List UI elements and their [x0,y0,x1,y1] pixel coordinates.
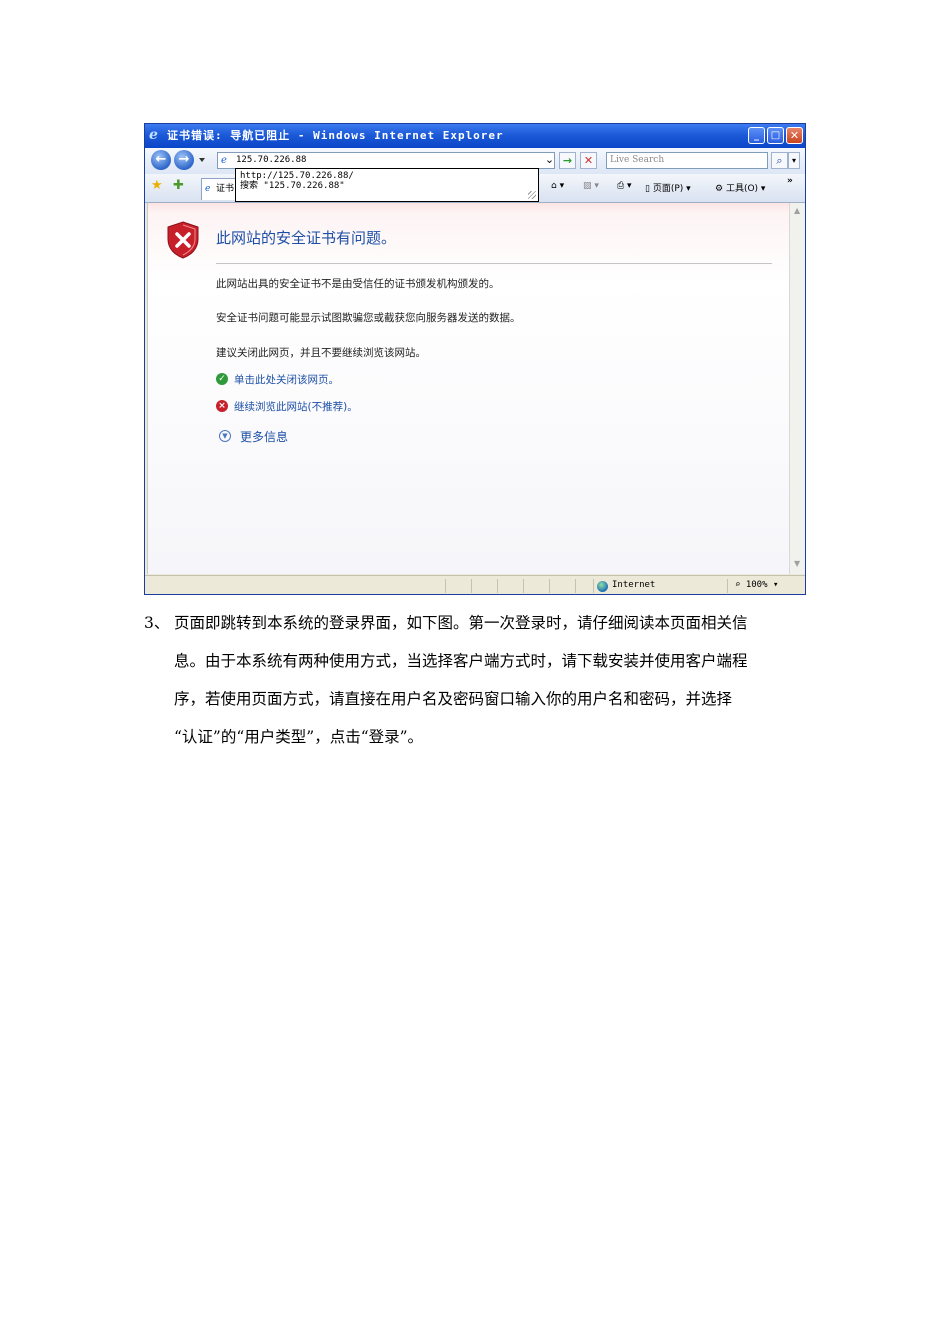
step-number: 3、 [144,614,170,632]
instruction-line-2: 息。由于本系统有两种使用方式，当选择客户端方式时，请下载安装并使用客户端程 [174,652,748,670]
favorites-star-icon[interactable]: ★ [151,178,163,193]
tools-menu[interactable]: ⚙ 工具(O) ▾ [715,181,765,194]
address-text: 125.70.226.88 [236,155,307,165]
zoom-level[interactable]: ⌕ 100% ▾ [735,580,778,590]
error-title: 此网站的安全证书有问题。 [216,229,397,247]
toolbar-overflow-chevron[interactable]: » [787,176,793,186]
tab-label: 证书 [216,184,235,194]
add-favorites-icon[interactable]: ✚ [173,178,184,193]
suggestion-search[interactable]: 搜索 "125.70.226.88" [240,181,538,191]
title-bar: e 证书错误: 导航已阻止 - Windows Internet Explore… [145,124,805,148]
browser-window-screenshot: e 证书错误: 导航已阻止 - Windows Internet Explore… [144,123,806,595]
vertical-scrollbar[interactable]: ▲ ▼ [789,203,805,574]
instruction-line-1: 页面即跳转到本系统的登录界面，如下图。第一次登录时，请仔细阅读本页面相关信 [174,614,748,632]
zoom-value: 100% [745,580,768,590]
instruction-line-3: 序，若使用页面方式，请直接在用户名及密码窗口输入你的用户名和密码，并选择 [174,690,733,708]
stop-button[interactable]: ✕ [580,152,597,169]
title-divider [216,263,772,264]
feeds-icon[interactable]: ▧ ▾ [583,181,599,191]
internet-globe-icon [597,581,608,592]
maximize-button[interactable]: □ [767,127,784,144]
search-icon[interactable]: ⌕ [771,152,788,169]
page-menu[interactable]: ▯ 页面(P) ▾ [645,181,691,194]
page-menu-label: 页面(P) [652,184,684,194]
scroll-up-icon[interactable]: ▲ [794,206,800,215]
window-title: 证书错误: 导航已阻止 - Windows Internet Explorer [167,129,504,142]
red-shield-x-icon: × [216,400,228,412]
history-dropdown-icon[interactable] [199,158,205,162]
search-options-icon[interactable]: ▾ [788,152,800,169]
minimize-button[interactable]: _ [748,127,765,144]
home-icon[interactable]: ⌂ ▾ [551,181,564,191]
search-input[interactable]: Live Search [606,152,768,169]
close-button[interactable]: ✕ [786,127,803,144]
go-button[interactable]: → [559,152,576,169]
close-page-link[interactable]: 单击此处关闭该网页。 [234,372,339,387]
security-zone-label: Internet [612,580,656,590]
error-line-3: 建议关闭此网页，并且不要继续浏览该网站。 [216,347,426,359]
more-info-link[interactable]: 更多信息 [240,428,288,445]
continue-link[interactable]: 继续浏览此网站(不推荐)。 [234,399,358,414]
instruction-line-4: “认证”的“用户类型”，点击“登录”。 [174,728,424,746]
error-line-1: 此网站出具的安全证书不是由受信任的证书颁发机构颁发的。 [216,278,500,290]
address-dropdown-icon[interactable]: ⌄ [541,152,558,169]
page-icon: e [221,155,227,166]
address-suggestion-dropdown[interactable]: http://125.70.226.88/ 搜索 "125.70.226.88" [235,168,539,202]
print-icon[interactable]: ⎙ ▾ [617,181,632,191]
error-page-content: 此网站的安全证书有问题。 此网站出具的安全证书不是由受信任的证书颁发机构颁发的。… [147,203,790,574]
tab-ie-icon: e [205,184,211,194]
error-shield-icon [167,221,199,259]
back-button[interactable]: ← [151,150,171,170]
error-line-2: 安全证书问题可能显示试图欺骗您或截获您向服务器发送的数据。 [216,312,521,324]
status-bar: Internet ⌕ 100% ▾ [145,575,805,594]
scroll-down-icon[interactable]: ▼ [794,559,800,568]
expand-chevron-icon[interactable]: ▼ [219,430,231,442]
tools-menu-label: 工具(O) [725,184,759,194]
green-shield-check-icon: ✓ [216,373,228,385]
resize-grip-icon[interactable] [528,191,536,199]
forward-button[interactable]: → [174,150,194,170]
suggestion-url[interactable]: http://125.70.226.88/ [240,171,538,181]
ie-logo-icon: e [149,127,158,143]
address-bar[interactable]: e 125.70.226.88 [217,152,555,169]
